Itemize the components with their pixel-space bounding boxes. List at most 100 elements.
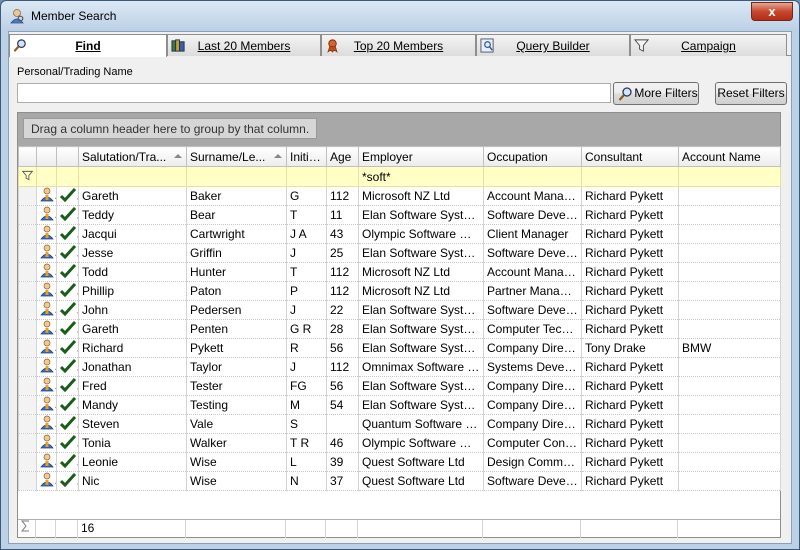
cell-employer[interactable]: Olympic Software NZ ... <box>358 224 484 244</box>
cell-consultant[interactable]: Richard Pykett <box>581 414 679 434</box>
cell-consultant[interactable]: Richard Pykett <box>581 357 679 377</box>
cell-consultant[interactable]: Richard Pykett <box>581 319 679 339</box>
cell-consultant[interactable]: Richard Pykett <box>581 471 679 491</box>
filter-cell[interactable] <box>326 166 359 187</box>
cell-occupation[interactable]: Company Director <box>483 395 582 415</box>
cell-occupation[interactable]: Software Devel... <box>483 471 582 491</box>
cell-initials[interactable]: T R <box>286 433 327 453</box>
cell-surname[interactable]: Testing <box>186 395 287 415</box>
cell-consultant[interactable]: Richard Pykett <box>581 395 679 415</box>
cell-age[interactable]: 11 <box>326 205 359 225</box>
row-selector[interactable] <box>18 433 37 453</box>
filter-cell[interactable] <box>286 166 327 187</box>
table-row[interactable]: Fred Tester FG 56 Elan Software System... Com… <box>18 376 781 396</box>
cell-surname[interactable]: Bear <box>186 205 287 225</box>
row-selector[interactable] <box>18 414 37 434</box>
cell-account-name[interactable] <box>678 186 781 206</box>
cell-employer[interactable]: Olympic Software NZ ... <box>358 433 484 453</box>
cell-account-name[interactable] <box>678 262 781 282</box>
cell-initials[interactable]: T <box>286 205 327 225</box>
cell-salutation[interactable]: Steven <box>78 414 187 434</box>
cell-account-name[interactable] <box>678 414 781 434</box>
cell-surname[interactable]: Hunter <box>186 262 287 282</box>
cell-surname[interactable]: Pykett <box>186 338 287 358</box>
cell-surname[interactable]: Taylor <box>186 357 287 377</box>
cell-account-name[interactable] <box>678 205 781 225</box>
table-row[interactable]: Teddy Bear T 11 Elan Software System... Softw… <box>18 205 781 225</box>
cell-employer[interactable]: Elan Software System... <box>358 243 484 263</box>
cell-account-name[interactable] <box>678 243 781 263</box>
cell-consultant[interactable]: Richard Pykett <box>581 376 679 396</box>
cell-account-name[interactable] <box>678 376 781 396</box>
cell-consultant[interactable]: Richard Pykett <box>581 262 679 282</box>
cell-age[interactable]: 22 <box>326 300 359 320</box>
cell-employer[interactable]: Quest Software Ltd <box>358 452 484 472</box>
filter-cell[interactable] <box>78 166 187 187</box>
table-row[interactable]: Steven Vale S Quantum Software Sol... Compan… <box>18 414 781 434</box>
cell-initials[interactable]: N <box>286 471 327 491</box>
cell-salutation[interactable]: Phillip <box>78 281 187 301</box>
cell-occupation[interactable]: Partner Manage... <box>483 281 582 301</box>
cell-salutation[interactable]: Todd <box>78 262 187 282</box>
cell-occupation[interactable]: Computer Consu... <box>483 433 582 453</box>
cell-consultant[interactable]: Richard Pykett <box>581 452 679 472</box>
cell-surname[interactable]: Cartwright <box>186 224 287 244</box>
cell-age[interactable]: 46 <box>326 433 359 453</box>
cell-initials[interactable]: G R <box>286 319 327 339</box>
row-selector[interactable] <box>18 262 37 282</box>
cell-age[interactable]: 25 <box>326 243 359 263</box>
cell-salutation[interactable]: Leonie <box>78 452 187 472</box>
cell-employer[interactable]: Quantum Software Sol... <box>358 414 484 434</box>
row-selector[interactable] <box>18 186 37 206</box>
type-column-header[interactable] <box>36 146 57 167</box>
row-selector[interactable] <box>18 319 37 339</box>
table-row[interactable]: Nic Wise N 37 Quest Software Ltd Software Dev… <box>18 471 781 491</box>
cell-age[interactable]: 43 <box>326 224 359 244</box>
column-header-account-name[interactable]: Account Name <box>678 146 781 167</box>
column-header-initials[interactable]: Initials <box>286 146 327 167</box>
row-selector[interactable] <box>18 281 37 301</box>
cell-consultant[interactable]: Richard Pykett <box>581 300 679 320</box>
cell-salutation[interactable]: Jacqui <box>78 224 187 244</box>
filter-cell[interactable] <box>56 166 79 187</box>
cell-occupation[interactable]: Client Manager <box>483 224 582 244</box>
row-selector[interactable] <box>18 338 37 358</box>
table-row[interactable]: Jacqui Cartwright J A 43 Olympic Software NZ… <box>18 224 781 244</box>
tab-campaign[interactable]: Campaign <box>630 34 787 56</box>
cell-initials[interactable]: J A <box>286 224 327 244</box>
cell-account-name[interactable] <box>678 319 781 339</box>
column-header-salutation[interactable]: Salutation/Tra... <box>78 146 187 167</box>
cell-employer[interactable]: Elan Software System... <box>358 300 484 320</box>
column-header-age[interactable]: Age <box>326 146 359 167</box>
cell-salutation[interactable]: John <box>78 300 187 320</box>
cell-employer[interactable]: Elan Software System... <box>358 205 484 225</box>
tab-find[interactable]: Find <box>9 34 167 57</box>
table-row[interactable]: Gareth Baker G 112 Microsoft NZ Ltd Account M… <box>18 186 781 206</box>
cell-occupation[interactable]: Company Director <box>483 376 582 396</box>
cell-employer[interactable]: Microsoft NZ Ltd <box>358 186 484 206</box>
tab-last-20-members[interactable]: Last 20 Members <box>167 34 321 56</box>
cell-initials[interactable]: S <box>286 414 327 434</box>
cell-account-name[interactable] <box>678 452 781 472</box>
tab-top-20-members[interactable]: Top 20 Members <box>321 34 476 56</box>
table-row[interactable]: Phillip Paton P 112 Microsoft NZ Ltd Partner … <box>18 281 781 301</box>
close-button[interactable]: x <box>751 2 793 21</box>
cell-employer[interactable]: Elan Software System... <box>358 376 484 396</box>
cell-salutation[interactable]: Teddy <box>78 205 187 225</box>
table-row[interactable]: Leonie Wise L 39 Quest Software Ltd Design Co… <box>18 452 781 472</box>
cell-surname[interactable]: Walker <box>186 433 287 453</box>
cell-occupation[interactable]: Company Director <box>483 414 582 434</box>
row-selector[interactable] <box>18 205 37 225</box>
cell-consultant[interactable]: Tony Drake <box>581 338 679 358</box>
cell-consultant[interactable]: Richard Pykett <box>581 205 679 225</box>
cell-initials[interactable]: M <box>286 395 327 415</box>
row-selector[interactable] <box>18 471 37 491</box>
column-header-surname[interactable]: Surname/Le... <box>186 146 287 167</box>
row-selector[interactable] <box>18 243 37 263</box>
cell-occupation[interactable]: Software Devel... <box>483 243 582 263</box>
cell-age[interactable]: 112 <box>326 357 359 377</box>
cell-occupation[interactable]: Software Devel... <box>483 300 582 320</box>
cell-age[interactable]: 37 <box>326 471 359 491</box>
cell-initials[interactable]: J <box>286 243 327 263</box>
cell-consultant[interactable]: Richard Pykett <box>581 243 679 263</box>
